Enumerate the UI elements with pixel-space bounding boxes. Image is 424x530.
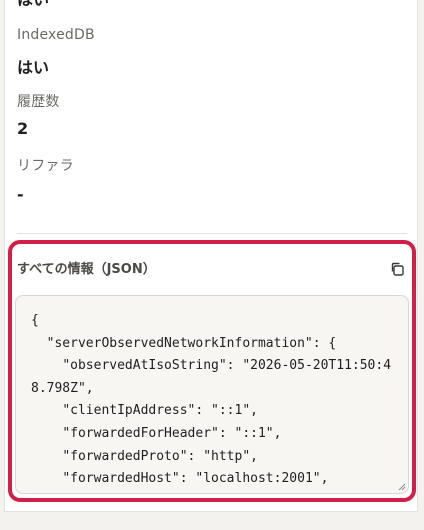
referrer-label: リファラ [17, 158, 74, 174]
json-section-title: すべての情報（JSON） [17, 262, 156, 277]
resize-grip-icon[interactable] [398, 483, 406, 491]
json-code-text: { "serverObservedNetworkInformation": { … [31, 313, 392, 487]
indexeddb-value: はい [17, 58, 50, 77]
indexeddb-label: IndexedDB [17, 27, 95, 43]
section-divider [17, 233, 407, 234]
info-value-top: はい [17, 0, 49, 10]
json-info-panel: すべての情報（JSON） { "serverObservedNetworkInf… [8, 240, 416, 502]
copy-json-button[interactable] [386, 258, 408, 280]
history-count-label: 履歴数 [17, 94, 60, 110]
referrer-value: - [17, 185, 24, 204]
json-code-box[interactable]: { "serverObservedNetworkInformation": { … [15, 295, 409, 494]
history-count-value: 2 [17, 119, 29, 138]
copy-icon [391, 262, 404, 276]
